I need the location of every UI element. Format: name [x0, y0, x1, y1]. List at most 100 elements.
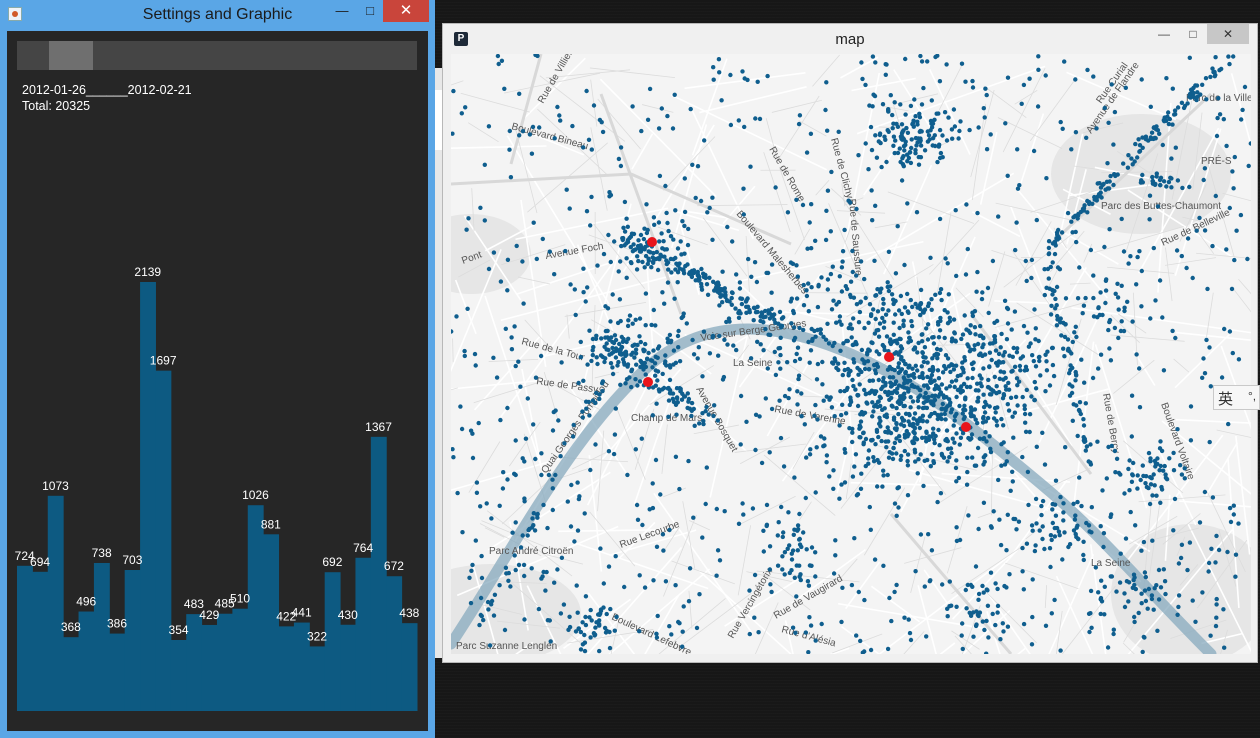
map-data-point [535, 511, 540, 517]
map-data-point [937, 290, 943, 296]
map-data-point [893, 379, 899, 384]
map-data-point [593, 625, 598, 630]
map-data-point [772, 349, 777, 355]
map-data-point [893, 271, 899, 276]
map-data-point [1139, 591, 1144, 596]
map-data-point [881, 375, 886, 381]
map-data-point [622, 229, 628, 234]
map-data-point [848, 395, 853, 400]
map-data-point [965, 469, 970, 475]
map-data-point [1091, 314, 1097, 319]
map-data-point [684, 321, 689, 326]
map-data-point [761, 528, 766, 533]
map-data-point [593, 442, 598, 447]
map-data-point [585, 362, 590, 367]
map-data-point [550, 486, 555, 491]
map-hotspot[interactable] [884, 352, 894, 362]
map-data-point [458, 404, 463, 409]
map-data-point [712, 403, 717, 408]
histogram-bar [155, 370, 172, 711]
map-data-point [1046, 251, 1052, 256]
map-canvas[interactable]: Rue de Villiers Boulevard Bineau Rue de Ro… [451, 54, 1251, 654]
map-data-point [1049, 303, 1054, 308]
map-data-point [1036, 67, 1041, 72]
map-data-point [817, 327, 823, 332]
map-minimize-button[interactable]: — [1150, 24, 1178, 44]
map-data-point [1157, 131, 1162, 136]
map-data-point [755, 309, 760, 315]
map-svg[interactable]: Rue de VilliersBoulevard BineauRue de Ro… [451, 54, 1251, 654]
ime-indicator[interactable]: 英 °, [1213, 385, 1260, 410]
map-data-point [597, 618, 602, 623]
map-data-point [1088, 588, 1094, 594]
map-data-point [676, 345, 681, 350]
map-data-point [871, 409, 876, 414]
histogram-bar [109, 633, 126, 711]
map-data-point [757, 116, 763, 122]
map-data-point [964, 482, 970, 487]
settings-titlebar[interactable]: Settings and Graphic — □ ✕ [0, 0, 435, 30]
map-data-point [674, 386, 680, 391]
map-data-point [1142, 588, 1148, 593]
map-data-point [799, 391, 804, 396]
map-data-point [643, 291, 649, 296]
map-data-point [987, 364, 992, 370]
map-data-point [794, 594, 799, 599]
map-data-point [711, 77, 716, 82]
map-data-point [1137, 249, 1142, 254]
map-data-point [1116, 470, 1122, 476]
map-data-point [887, 391, 892, 396]
map-data-point [963, 79, 968, 84]
map-data-point [1023, 258, 1028, 264]
map-data-point [648, 250, 653, 255]
map-data-point [858, 435, 863, 440]
map-data-point [935, 159, 940, 165]
map-data-point [702, 138, 707, 143]
map-data-point [945, 404, 950, 409]
map-data-point [831, 571, 837, 576]
map-data-point [1081, 557, 1086, 563]
maximize-button[interactable]: □ [356, 0, 384, 22]
map-data-point [1090, 375, 1096, 381]
map-data-point [653, 368, 658, 373]
map-data-point [1103, 288, 1109, 293]
map-data-point [506, 578, 511, 583]
map-data-point [476, 420, 481, 426]
map-data-point [1129, 393, 1135, 398]
map-hotspot[interactable] [643, 377, 653, 387]
map-data-point [1151, 136, 1157, 141]
map-data-point [993, 581, 998, 586]
map-data-point [653, 323, 658, 328]
map-data-point [1216, 96, 1221, 101]
map-data-point [915, 368, 920, 373]
map-data-point [905, 458, 910, 464]
map-maximize-button[interactable]: □ [1179, 24, 1207, 44]
map-data-point [965, 376, 970, 381]
map-data-point [983, 430, 988, 435]
map-data-point [887, 375, 893, 380]
map-data-point [536, 606, 542, 612]
map-data-point [755, 79, 760, 84]
map-data-point [1052, 525, 1057, 531]
map-data-point [1118, 551, 1123, 556]
map-data-point [909, 319, 914, 324]
map-data-point [1097, 181, 1102, 186]
map-close-button[interactable]: ✕ [1207, 24, 1249, 44]
minimize-button[interactable]: — [328, 0, 356, 22]
map-data-point [1055, 237, 1060, 242]
map-data-point [902, 403, 907, 409]
map-data-point [809, 563, 814, 568]
map-data-point [926, 133, 932, 138]
map-data-point [1048, 533, 1054, 538]
map-data-point [1228, 519, 1234, 525]
map-data-point [863, 141, 868, 146]
map-data-point [589, 194, 594, 200]
map-data-point [1084, 135, 1089, 140]
close-button[interactable]: ✕ [383, 0, 429, 22]
map-hotspot[interactable] [647, 237, 657, 247]
map-hotspot[interactable] [961, 422, 971, 432]
map-data-point [1101, 544, 1106, 550]
map-data-point [500, 486, 506, 491]
map-data-point [806, 281, 811, 286]
map-titlebar[interactable]: P map — □ ✕ [443, 24, 1257, 52]
